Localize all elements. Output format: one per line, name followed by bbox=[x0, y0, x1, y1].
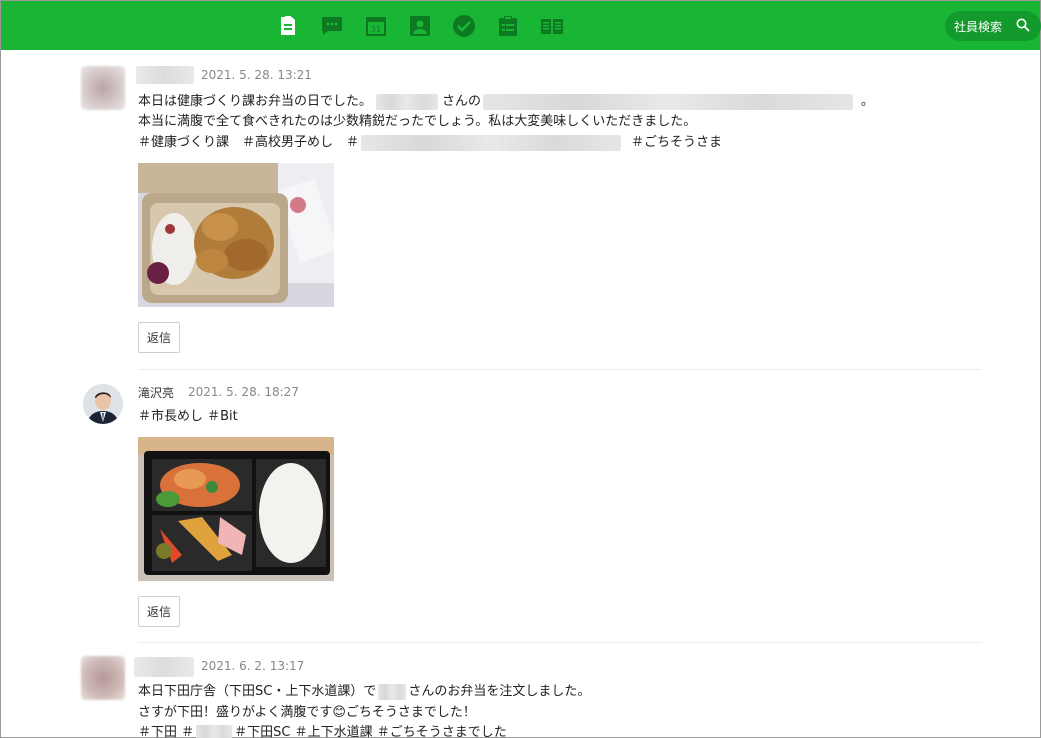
clipboard-icon[interactable] bbox=[495, 13, 521, 39]
post-body-line: 本日下田庁舎（下田SC・上下水道課）で さんのお弁当を注文しました。 bbox=[138, 682, 590, 702]
calendar-day: 31 bbox=[371, 25, 381, 34]
contacts-icon[interactable] bbox=[407, 13, 433, 39]
note-icon[interactable] bbox=[275, 13, 301, 39]
top-nav-bar: 31 社員検索 bbox=[1, 1, 1041, 50]
post-hashtags[interactable]: ＃健康づくり課 ＃高校男子めし ＃ ＃ごちそうさま bbox=[138, 133, 722, 153]
post-text: さんのお弁当を注文しました。 bbox=[408, 684, 591, 699]
post-text: 本日下田庁舎（下田SC・上下水道課）で bbox=[138, 684, 377, 699]
hashtag-text[interactable]: ＃下田SC ＃上下水道課 ＃ごちそうさまでした bbox=[234, 725, 507, 738]
reply-button[interactable]: 返信 bbox=[138, 322, 180, 353]
post-text: さんの bbox=[442, 94, 482, 109]
post-divider bbox=[138, 642, 982, 643]
post-timestamp: 2021. 5. 28. 18:27 bbox=[188, 385, 299, 399]
post-hashtags[interactable]: ＃下田 ＃ ＃下田SC ＃上下水道課 ＃ごちそうさまでした bbox=[138, 723, 507, 738]
post-body-line: さすが下田！盛りがよく満腹です😊ごちそうさまでした！ bbox=[138, 705, 476, 720]
search-icon[interactable] bbox=[1016, 18, 1030, 32]
calendar-icon[interactable]: 31 bbox=[363, 13, 389, 39]
post-photo[interactable] bbox=[138, 163, 334, 307]
hashtag-text[interactable]: ＃下田 ＃ bbox=[138, 725, 194, 738]
redacted-text bbox=[361, 134, 622, 151]
post-timestamp: 2021. 6. 2. 13:17 bbox=[201, 659, 305, 673]
author-name-redacted bbox=[134, 657, 194, 677]
chat-icon[interactable] bbox=[319, 13, 345, 39]
avatar[interactable] bbox=[81, 656, 125, 700]
post-body-line: 本当に満腹で全て食べきれたのは少数精鋭だったでしょう。私は大変美味しくいただきま… bbox=[138, 114, 697, 129]
redacted-text bbox=[378, 683, 407, 700]
employee-search-label: 社員検索 bbox=[954, 19, 1003, 34]
book-icon[interactable] bbox=[539, 13, 565, 39]
post-text: 本日は健康づくり課お弁当の日でした。 bbox=[138, 94, 373, 109]
hashtag-text[interactable]: ＃ごちそうさま bbox=[631, 135, 722, 150]
post-photo[interactable] bbox=[138, 437, 334, 581]
hashtag-text[interactable]: ＃健康づくり課 ＃高校男子めし ＃ bbox=[138, 135, 359, 150]
post-divider bbox=[138, 369, 982, 370]
author-name[interactable]: 滝沢亮 bbox=[138, 384, 174, 401]
redacted-text bbox=[376, 93, 439, 110]
avatar[interactable] bbox=[83, 384, 123, 424]
post-hashtags[interactable]: ＃市長めし ＃Bit bbox=[138, 407, 238, 427]
avatar[interactable] bbox=[81, 66, 125, 110]
redacted-text bbox=[196, 724, 233, 738]
employee-search[interactable]: 社員検索 bbox=[945, 11, 1041, 41]
reply-button[interactable]: 返信 bbox=[138, 596, 180, 627]
post-timestamp: 2021. 5. 28. 13:21 bbox=[201, 68, 312, 82]
author-name-redacted bbox=[136, 66, 194, 84]
check-icon[interactable] bbox=[451, 13, 477, 39]
redacted-text bbox=[483, 93, 854, 110]
post-text: 。 bbox=[861, 94, 875, 109]
post-body-line: 本日は健康づくり課お弁当の日でした。 さんの 。 bbox=[138, 92, 874, 112]
